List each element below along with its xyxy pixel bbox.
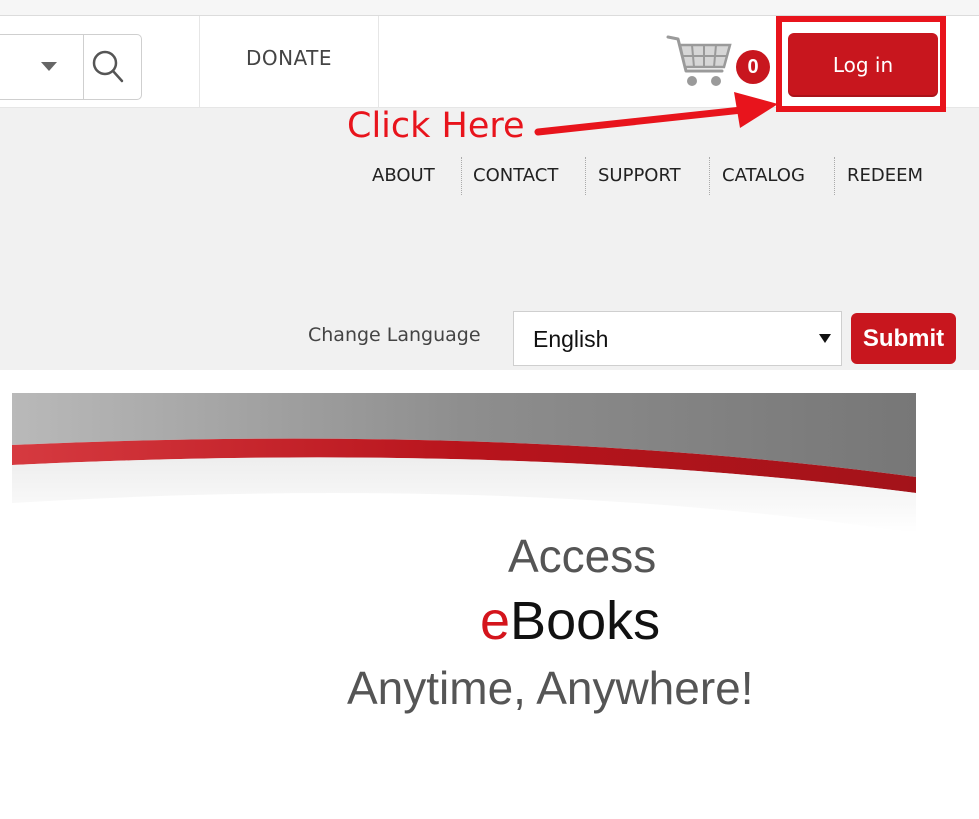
nav-separator bbox=[461, 157, 462, 195]
login-highlight-box bbox=[776, 16, 946, 112]
change-language-label: Change Language bbox=[308, 324, 481, 346]
chevron-down-icon bbox=[819, 334, 831, 343]
search-category-dropdown-icon[interactable] bbox=[41, 62, 57, 71]
hero-banner: Access eBooks Anytime, Anywhere! bbox=[12, 393, 916, 819]
click-here-annotation: Click Here bbox=[347, 106, 525, 146]
cart-count-badge: 0 bbox=[736, 50, 770, 84]
search-button[interactable] bbox=[87, 45, 131, 89]
banner-line-ebooks: eBooks bbox=[480, 590, 660, 652]
search-divider bbox=[83, 35, 84, 99]
search-icon bbox=[92, 50, 124, 83]
nav-separator bbox=[585, 157, 586, 195]
nav-redeem[interactable]: REDEEM bbox=[847, 160, 923, 192]
search-group bbox=[0, 34, 142, 100]
language-select[interactable]: English bbox=[513, 311, 842, 366]
nav-separator bbox=[709, 157, 710, 195]
banner-ebooks-rest: Books bbox=[510, 591, 661, 651]
banner-ebooks-accent: e bbox=[480, 591, 511, 651]
nav-catalog[interactable]: CATALOG bbox=[722, 160, 805, 192]
nav-support[interactable]: SUPPORT bbox=[598, 160, 681, 192]
top-strip bbox=[0, 0, 979, 16]
language-select-value: English bbox=[533, 326, 609, 352]
language-submit-button[interactable]: Submit bbox=[851, 313, 956, 364]
banner-line-access: Access bbox=[508, 530, 657, 582]
nav-contact[interactable]: CONTACT bbox=[473, 160, 558, 192]
nav-separator bbox=[834, 157, 835, 195]
nav-about[interactable]: ABOUT bbox=[372, 160, 435, 192]
donate-link[interactable]: DONATE bbox=[200, 16, 378, 107]
header-divider bbox=[378, 16, 379, 107]
banner-swoosh bbox=[12, 393, 916, 819]
banner-line-anytime: Anytime, Anywhere! bbox=[347, 662, 754, 714]
annotation-arrow-icon bbox=[534, 92, 778, 136]
